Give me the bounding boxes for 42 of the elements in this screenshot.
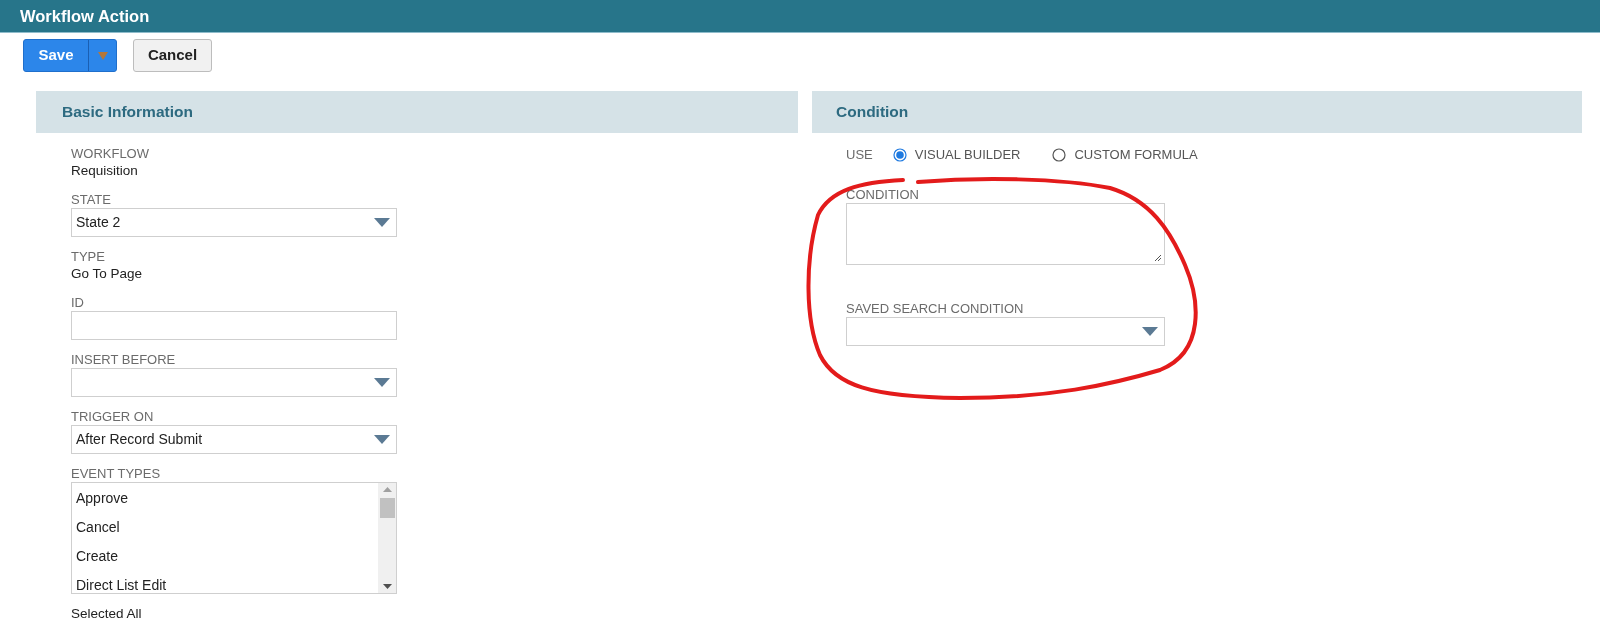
scrollbar[interactable] [378,483,396,593]
section-title: Condition [836,102,909,123]
dropdown-field[interactable] [846,316,1165,346]
field-label: TYPE [71,249,106,265]
dropdown-field[interactable]: After Record Submit [71,425,397,454]
resize-handle-icon [1153,252,1162,262]
list-item[interactable]: Cancel [72,516,378,545]
dropdown-field[interactable] [71,368,397,397]
dropdown-arrow-icon [1142,326,1158,336]
radio-button[interactable] [892,147,907,162]
scrollbar-thumb[interactable] [379,498,395,518]
field-label: WORKFLOW [71,146,150,162]
dropdown-arrow-icon[interactable] [97,51,108,60]
dropdown-arrow-icon [374,378,390,387]
scroll-down-arrow-icon [382,584,392,589]
selection-summary: Selected All [71,605,143,623]
input-field[interactable] [71,311,397,340]
field-label: STATE [71,192,112,208]
field-label: EVENT TYPES [71,466,162,482]
scroll-up-arrow-icon [382,487,392,492]
field-label: CONDITION [846,186,920,203]
radio-button[interactable] [1052,147,1067,162]
dropdown-arrow-icon [374,218,390,227]
radio-label: VISUAL BUILDER [914,146,1021,164]
list-item[interactable]: Create [72,545,378,574]
field-label: TRIGGER ON [71,409,155,425]
field-value: Requisition [71,162,139,180]
save-button[interactable]: Save [23,39,117,72]
list-item[interactable]: Direct List Edit [72,574,378,603]
field-label: ID [71,295,85,311]
field-label: SAVED SEARCH CONDITION [846,300,1025,317]
window-title: Workflow Action [20,5,150,27]
radio-label: CUSTOM FORMULA [1074,146,1198,164]
dropdown-field[interactable]: State 2 [71,208,397,237]
dropdown-arrow-icon [374,435,390,444]
section-title: Basic Information [62,102,193,123]
cancel-button[interactable]: Cancel [133,39,212,72]
field-value: Go To Page [71,265,144,283]
list-item[interactable]: Approve [72,487,378,516]
text-area[interactable] [846,202,1165,265]
field-label: USE [846,146,873,164]
field-label: INSERT BEFORE [71,352,177,368]
